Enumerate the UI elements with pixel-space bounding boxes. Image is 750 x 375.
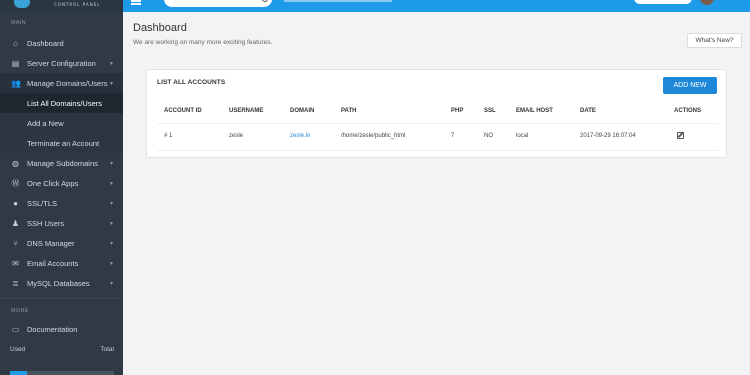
cell-date: 2017-09-29 16:07:04: [580, 133, 636, 139]
usage-total-label: Total: [100, 346, 114, 353]
column-header-email-host: EMAIL HOST: [516, 108, 553, 114]
sidebar-item-email-accounts[interactable]: ✉ Email Accounts ▾: [0, 253, 123, 273]
whats-new-button[interactable]: What's New?: [687, 33, 742, 48]
sidebar-item-label: MySQL Databases: [27, 278, 90, 288]
sidebar-item-label: Email Accounts: [27, 258, 79, 268]
cell-php: 7: [451, 133, 455, 139]
book-icon: ▭: [11, 324, 20, 334]
sidebar-item-label: Manage Subdomains: [27, 158, 98, 168]
search-input[interactable]: [164, 0, 272, 7]
chevron-down-icon: ▾: [109, 61, 113, 67]
usage-used-label: Used: [10, 346, 26, 353]
sidebar-item-one-click-apps[interactable]: Ⓦ One Click Apps ▾: [0, 173, 123, 193]
sidebar-item-dns-manager[interactable]: ⑂ DNS Manager ▾: [0, 233, 123, 253]
database-icon: ≣: [12, 278, 19, 288]
server-icon: ▤: [11, 58, 20, 68]
sidebar-item-label: Dashboard: [27, 38, 64, 48]
sidebar-item-server-configuration[interactable]: ▤ Server Configuration ▾: [0, 53, 123, 73]
cell-ssl: NO: [484, 133, 493, 139]
globe-icon: ◍: [12, 158, 19, 168]
column-header-domain: DOMAIN: [290, 108, 315, 114]
sidebar-divider: [0, 298, 123, 299]
edit-icon[interactable]: [677, 132, 684, 139]
cell-path: /home/zesle/public_html: [341, 133, 406, 139]
column-header-actions: ACTIONS: [674, 108, 701, 114]
top-bar-faint-text: [284, 0, 392, 2]
sidebar-item-label: SSL/TLS: [27, 198, 58, 208]
sidebar-item-manage-subdomains[interactable]: ◍ Manage Subdomains ▾: [0, 153, 123, 173]
top-bar-button[interactable]: [634, 0, 692, 4]
chevron-down-icon: ▾: [109, 261, 113, 267]
sidebar-item-documentation[interactable]: ▭ Documentation: [0, 319, 123, 339]
sitemap-icon: ⑂: [13, 238, 18, 248]
sidebar-item-mysql-databases[interactable]: ≣ MySQL Databases ▾: [0, 273, 123, 293]
cell-email-host: local: [516, 133, 529, 139]
card-title: LIST ALL ACCOUNTS: [157, 79, 226, 86]
sidebar-subitem-terminate-account[interactable]: Terminate an Account: [0, 133, 123, 153]
cell-domain-link[interactable]: zesle.in: [290, 133, 310, 139]
home-icon: ⌂: [13, 38, 18, 48]
add-new-button[interactable]: ADD NEW: [663, 77, 717, 94]
sidebar-heading-main: MAIN: [11, 20, 26, 26]
sidebar: MAIN ⌂ Dashboard ▤ Server Configuration …: [0, 12, 123, 375]
column-header-date: DATE: [580, 108, 596, 114]
chevron-down-icon: ▾: [109, 181, 113, 187]
cell-username: zesle: [229, 133, 244, 139]
page-subtitle: We are working on many more exciting fea…: [133, 39, 273, 46]
usage-bar-fill: [10, 371, 27, 375]
sidebar-subitem-add-new[interactable]: Add a New: [0, 113, 123, 133]
search-icon: [262, 0, 268, 2]
page-title: Dashboard: [133, 22, 187, 34]
chevron-down-icon: ▾: [109, 161, 113, 167]
cell-account-id: # 1: [164, 133, 173, 139]
logo[interactable]: CONTROL PANEL: [0, 0, 123, 12]
usage-bar: [10, 371, 114, 375]
sidebar-item-manage-domains[interactable]: 👥 Manage Domains/Users ▾: [0, 73, 123, 93]
sidebar-heading-more: MORE: [11, 308, 29, 314]
sidebar-item-label: Documentation: [27, 324, 78, 334]
sidebar-item-label: Server Configuration: [27, 58, 96, 68]
user-secret-icon: ♟: [11, 218, 20, 228]
column-header-ssl: SSL: [484, 108, 496, 114]
table-divider: [157, 150, 718, 151]
column-header-path: PATH: [341, 108, 357, 114]
lock-icon: ●: [13, 198, 18, 208]
accounts-card: LIST ALL ACCOUNTS ADD NEW ACCOUNT ID USE…: [146, 69, 727, 158]
sidebar-item-label: One Click Apps: [27, 178, 79, 188]
usage-meter: Used Total: [10, 346, 114, 353]
logo-mark-icon: [14, 0, 30, 8]
chevron-down-icon: ▾: [109, 281, 113, 287]
sidebar-item-label: DNS Manager: [27, 238, 75, 248]
menu-toggle-icon[interactable]: [131, 0, 141, 5]
sidebar-subitem-list-all-domains[interactable]: List All Domains/Users: [0, 93, 123, 113]
sidebar-item-ssh-users[interactable]: ♟ SSH Users ▾: [0, 213, 123, 233]
table-divider: [157, 123, 718, 124]
logo-subtitle: CONTROL PANEL: [54, 2, 101, 7]
sidebar-item-ssl-tls[interactable]: ● SSL/TLS ▾: [0, 193, 123, 213]
chevron-down-icon: ▾: [109, 221, 113, 227]
chevron-down-icon: ▾: [109, 81, 113, 87]
users-icon: 👥: [11, 78, 21, 88]
column-header-username: USERNAME: [229, 108, 264, 114]
column-header-account-id: ACCOUNT ID: [164, 108, 202, 114]
sidebar-item-label: SSH Users: [27, 218, 65, 228]
chevron-down-icon: ▾: [109, 241, 113, 247]
sidebar-item-dashboard[interactable]: ⌂ Dashboard: [0, 33, 123, 53]
envelope-icon: ✉: [12, 258, 19, 268]
chevron-down-icon: ▾: [109, 201, 113, 207]
wordpress-icon: Ⓦ: [11, 178, 20, 188]
column-header-php: PHP: [451, 108, 464, 114]
sidebar-item-label: Manage Domains/Users: [27, 78, 108, 88]
